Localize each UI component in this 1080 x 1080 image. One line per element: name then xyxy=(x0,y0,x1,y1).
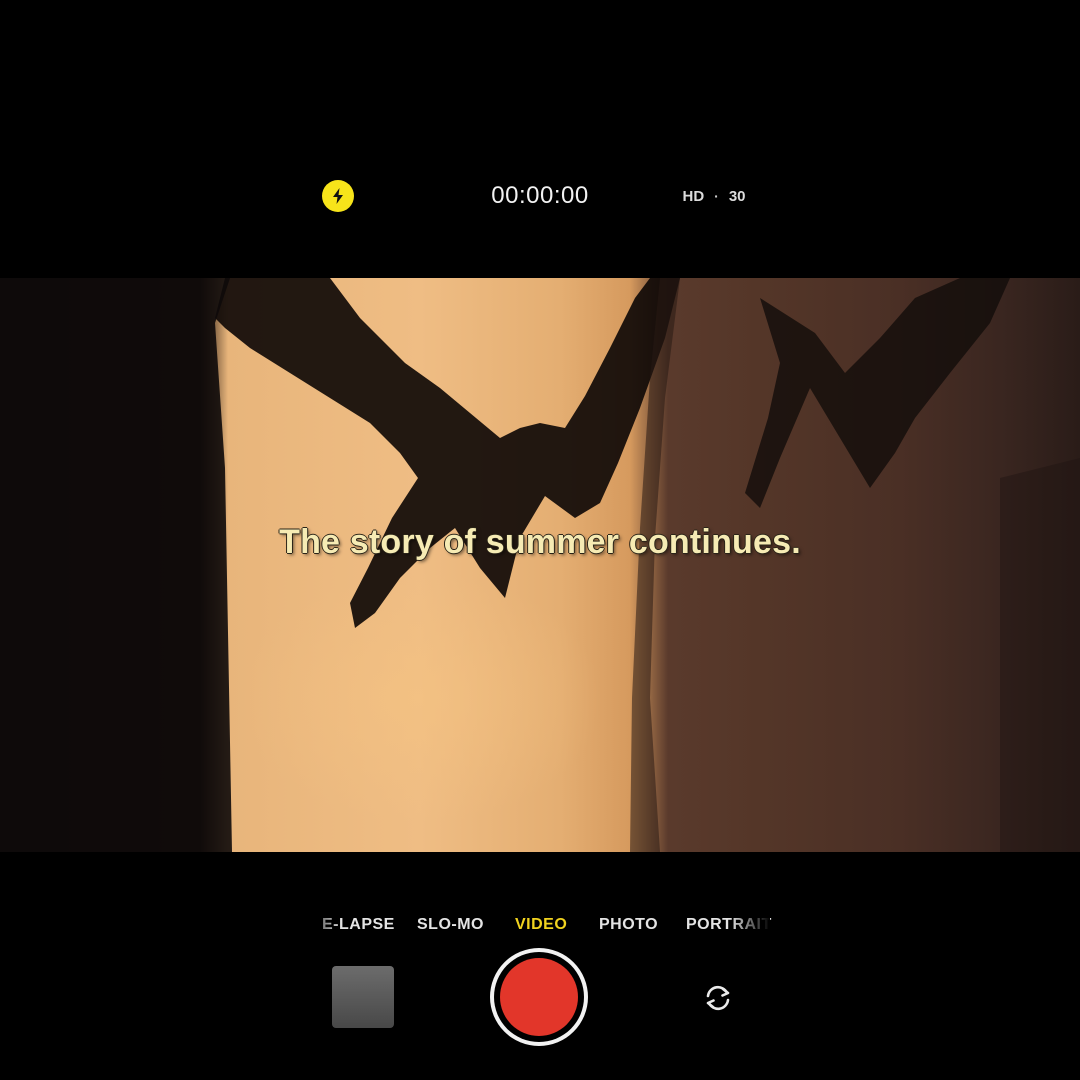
resolution-label: HD xyxy=(682,187,705,205)
flash-button[interactable] xyxy=(322,180,354,212)
record-button[interactable] xyxy=(494,952,584,1042)
gallery-thumbnail[interactable] xyxy=(332,966,394,1028)
mode-video[interactable]: VIDEO xyxy=(515,916,567,934)
mode-slo-mo[interactable]: SLO-MO xyxy=(417,916,484,934)
mode-timelapse[interactable]: E-LAPSE xyxy=(322,916,395,934)
recording-timer: 00:00:00 xyxy=(491,182,589,209)
shadow-scene-image xyxy=(0,278,1080,852)
frame-rate-label: 30 xyxy=(728,187,746,205)
mode-photo[interactable]: PHOTO xyxy=(599,916,658,934)
lightning-bolt-icon xyxy=(333,188,343,204)
camera-viewfinder[interactable]: The story of summer continues. xyxy=(0,278,1080,852)
format-separator: · xyxy=(714,188,719,204)
camera-flip-button[interactable] xyxy=(698,978,738,1018)
mode-portrait[interactable]: PORTRAIT xyxy=(686,916,772,934)
camera-flip-icon xyxy=(706,985,730,1011)
subtitle-caption: The story of summer continues. xyxy=(279,523,801,561)
record-button-inner xyxy=(500,958,578,1036)
video-format-selector[interactable]: HD · 30 xyxy=(664,182,764,210)
top-status-bar: 00:00:00 HD · 30 xyxy=(0,0,1080,278)
mode-selector: E-LAPSE SLO-MO VIDEO PHOTO PORTRAIT xyxy=(0,916,1080,946)
